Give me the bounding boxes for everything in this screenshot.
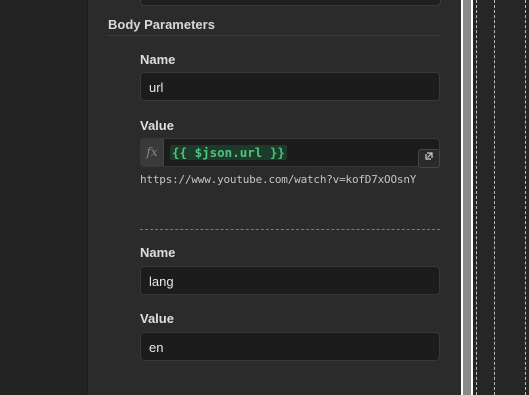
previous-field-input[interactable] (140, 0, 441, 6)
param-2-value-label: Value (140, 311, 174, 326)
param-1-name-label: Name (140, 52, 176, 67)
param-2-name-input[interactable]: lang (140, 266, 440, 295)
expand-icon[interactable] (418, 149, 440, 168)
section-title: Body Parameters (108, 17, 215, 32)
param-2-name-label: Name (140, 245, 176, 260)
workflow-editor: Body Parameters Name url Value fx {{ $js… (0, 0, 529, 395)
canvas-left-area (0, 0, 87, 395)
param-1-name-input[interactable]: url (140, 72, 440, 101)
param-1-value-label: Value (140, 118, 174, 133)
output-panel-edge (473, 0, 529, 395)
fx-icon[interactable]: fx (141, 139, 164, 166)
output-panel-guide-line (494, 0, 495, 395)
scrollbar-thumb[interactable] (463, 0, 471, 395)
output-panel-guide-line (525, 0, 526, 395)
param-2-value-input[interactable]: en (140, 332, 440, 361)
section-divider (108, 35, 441, 36)
panel-scrollbar[interactable] (461, 0, 473, 395)
param-1-value-expression-input[interactable]: fx {{ $json.url }} (140, 138, 440, 168)
node-parameters-panel: Body Parameters Name url Value fx {{ $js… (87, 0, 462, 395)
expression-text: {{ $json.url }} (170, 145, 287, 160)
parameter-separator (140, 229, 440, 230)
expression-result-preview: https://www.youtube.com/watch?v=kofD7xOO… (140, 173, 417, 186)
output-panel-border (476, 0, 477, 395)
